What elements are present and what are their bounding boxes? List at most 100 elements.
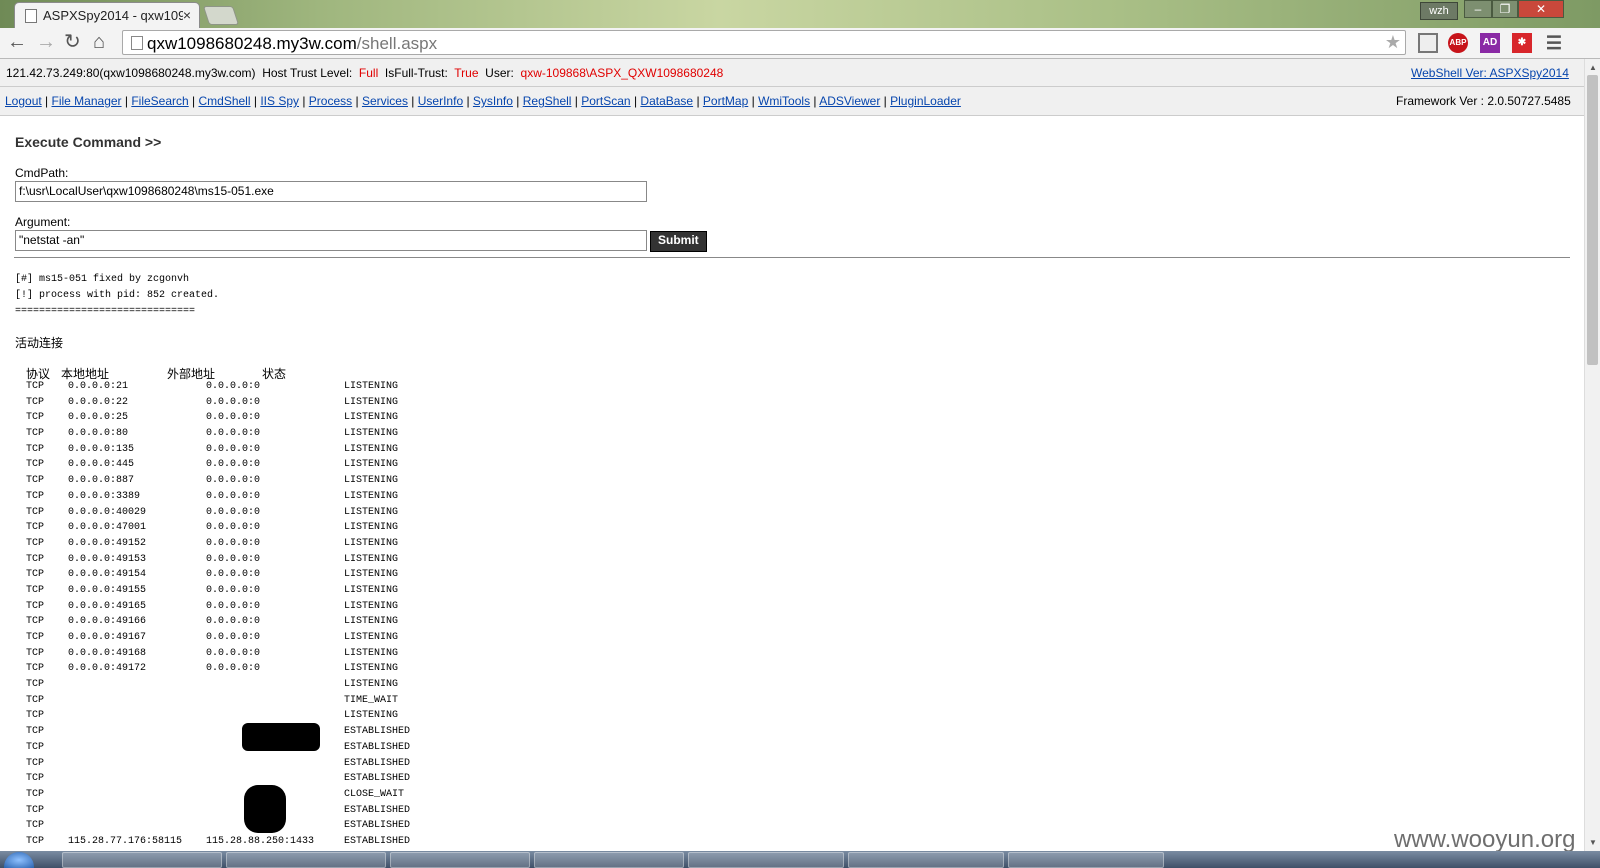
conn-foreign-address: 0.0.0.0:0	[206, 584, 261, 596]
conn-local-address: 0.0.0.0:445	[68, 459, 135, 471]
menu-link-userinfo[interactable]: UserInfo	[418, 94, 463, 108]
conn-foreign-address: 0.0.0.0:0	[206, 600, 261, 612]
argument-label: Argument:	[15, 215, 71, 229]
menu-link-portmap[interactable]: PortMap	[703, 94, 748, 108]
minimize-button[interactable]: –	[1464, 0, 1492, 18]
menu-link-regshell[interactable]: RegShell	[523, 94, 572, 108]
conn-proto: TCP	[26, 412, 45, 424]
conn-proto: TCP	[26, 490, 45, 502]
conn-foreign-address: 0.0.0.0:0	[206, 412, 261, 424]
conn-foreign-address: 0.0.0.0:0	[206, 632, 261, 643]
close-window-button[interactable]: ✕	[1518, 0, 1564, 18]
conn-state: LISTENING	[344, 381, 399, 392]
conn-local-address: 0.0.0.0:49152	[68, 537, 147, 549]
taskbar-item[interactable]	[534, 852, 684, 868]
taskbar-item[interactable]	[62, 852, 222, 868]
menu-link-logout[interactable]: Logout	[5, 94, 42, 108]
conn-local-address: 0.0.0.0:3389	[68, 490, 141, 502]
conn-local-address: 0.0.0.0:49155	[68, 584, 147, 596]
conn-proto: TCP	[26, 741, 45, 753]
bookmark-star-icon[interactable]: ★	[1385, 32, 1401, 53]
menu-separator: |	[880, 94, 891, 108]
page-icon	[131, 36, 143, 50]
version-link[interactable]: WebShell Ver: ASPXSpy2014	[1411, 66, 1569, 80]
taskbar-item[interactable]	[848, 852, 1004, 868]
scroll-up-icon[interactable]: ▲	[1589, 63, 1597, 72]
conn-proto: TCP	[26, 773, 45, 785]
menu-separator: |	[810, 94, 820, 108]
ad-extension-icon[interactable]: AD	[1480, 33, 1500, 53]
menu-link-file-manager[interactable]: File Manager	[52, 94, 122, 108]
taskbar-item[interactable]	[1008, 852, 1164, 868]
conn-state: LISTENING	[344, 537, 399, 549]
menu-separator: |	[693, 94, 703, 108]
profile-badge[interactable]: wzh	[1420, 2, 1458, 20]
adblock-extension-icon[interactable]: ABP	[1448, 33, 1468, 53]
conn-state: LISTENING	[344, 428, 399, 440]
menu-separator: |	[463, 94, 473, 108]
conn-foreign-address: 0.0.0.0:0	[206, 537, 261, 549]
conn-local-address: 0.0.0.0:887	[68, 475, 135, 487]
conn-local-address: 0.0.0.0:25	[68, 412, 129, 424]
menu-separator: |	[630, 94, 641, 108]
conn-state: CLOSE_WAIT	[344, 788, 405, 800]
cast-extension-icon[interactable]	[1418, 33, 1438, 53]
menu-link-services[interactable]: Services	[362, 94, 408, 108]
vertical-scrollbar[interactable]: ▲ ▼	[1584, 59, 1600, 851]
taskbar-item[interactable]	[688, 852, 844, 868]
conn-state: LISTENING	[344, 490, 399, 502]
server-info: 121.42.73.249:80(qxw1098680248.my3w.com)…	[6, 66, 723, 80]
conn-local-address: 0.0.0.0:80	[68, 428, 129, 440]
home-icon[interactable]: ⌂	[93, 31, 105, 53]
menu-separator: |	[512, 94, 523, 108]
browser-tab-active[interactable]: ASPXSpy2014 - qxw109 ×	[14, 2, 200, 28]
conn-proto: TCP	[26, 553, 45, 565]
submit-button[interactable]: Submit	[650, 231, 707, 252]
menu-link-sysinfo[interactable]: SysInfo	[473, 94, 513, 108]
menu-link-database[interactable]: DataBase	[640, 94, 693, 108]
tab-close-icon[interactable]: ×	[183, 7, 191, 23]
back-arrow-icon[interactable]: ←	[7, 31, 27, 53]
scroll-down-icon[interactable]: ▼	[1589, 838, 1597, 847]
menu-links: Logout | File Manager | FileSearch | Cmd…	[5, 94, 961, 108]
conn-state: LISTENING	[344, 412, 399, 424]
conn-state: ESTABLISHED	[344, 757, 411, 769]
new-tab-button[interactable]	[202, 6, 240, 25]
menu-link-process[interactable]: Process	[309, 94, 352, 108]
scroll-thumb[interactable]	[1587, 75, 1598, 365]
start-orb-icon[interactable]	[4, 852, 34, 868]
menu-link-portscan[interactable]: PortScan	[581, 94, 630, 108]
conn-proto: TCP	[26, 663, 45, 675]
conn-proto: TCP	[26, 506, 45, 518]
conn-local-address: 0.0.0.0:47001	[68, 522, 147, 534]
conn-local-address: 0.0.0.0:40029	[68, 506, 147, 518]
conn-local-address: 0.0.0.0:49168	[68, 647, 147, 659]
taskbar-item[interactable]	[226, 852, 386, 868]
taskbar-item[interactable]	[390, 852, 530, 868]
cmdpath-input[interactable]: f:\usr\LocalUser\qxw1098680248\ms15-051.…	[15, 181, 647, 202]
forward-arrow-icon[interactable]: →	[36, 31, 56, 53]
argument-input[interactable]: "netstat -an"	[15, 230, 647, 251]
menu-link-filesearch[interactable]: FileSearch	[131, 94, 188, 108]
conn-foreign-address: 0.0.0.0:0	[206, 522, 261, 534]
conn-state: LISTENING	[344, 663, 399, 675]
conn-proto: TCP	[26, 459, 45, 471]
user-value: qxw-109868\ASPX_QXW1098680248	[520, 66, 724, 80]
menu-link-cmdshell[interactable]: CmdShell	[198, 94, 250, 108]
server-info-bar: 121.42.73.249:80(qxw1098680248.my3w.com)…	[0, 59, 1584, 87]
reload-icon[interactable]: ↻	[64, 31, 81, 53]
menu-link-iis-spy[interactable]: IIS Spy	[260, 94, 299, 108]
shell-menu: Logout | File Manager | FileSearch | Cmd…	[0, 87, 1584, 116]
address-bar[interactable]: qxw1098680248.my3w.com/shell.aspx ★	[122, 30, 1406, 55]
menu-icon[interactable]: ☰	[1544, 33, 1564, 53]
menu-separator: |	[748, 94, 759, 108]
menu-link-adsviewer[interactable]: ADSViewer	[819, 94, 880, 108]
trust-value: Full	[358, 66, 379, 80]
red-extension-icon[interactable]: ✱	[1512, 33, 1532, 53]
menu-link-pluginloader[interactable]: PluginLoader	[890, 94, 961, 108]
menu-link-wmitools[interactable]: WmiTools	[758, 94, 810, 108]
conn-proto: TCP	[26, 616, 45, 628]
conn-local-address: 0.0.0.0:49167	[68, 632, 147, 643]
conn-state: ESTABLISHED	[344, 726, 411, 738]
maximize-button[interactable]: ❐	[1492, 0, 1518, 18]
